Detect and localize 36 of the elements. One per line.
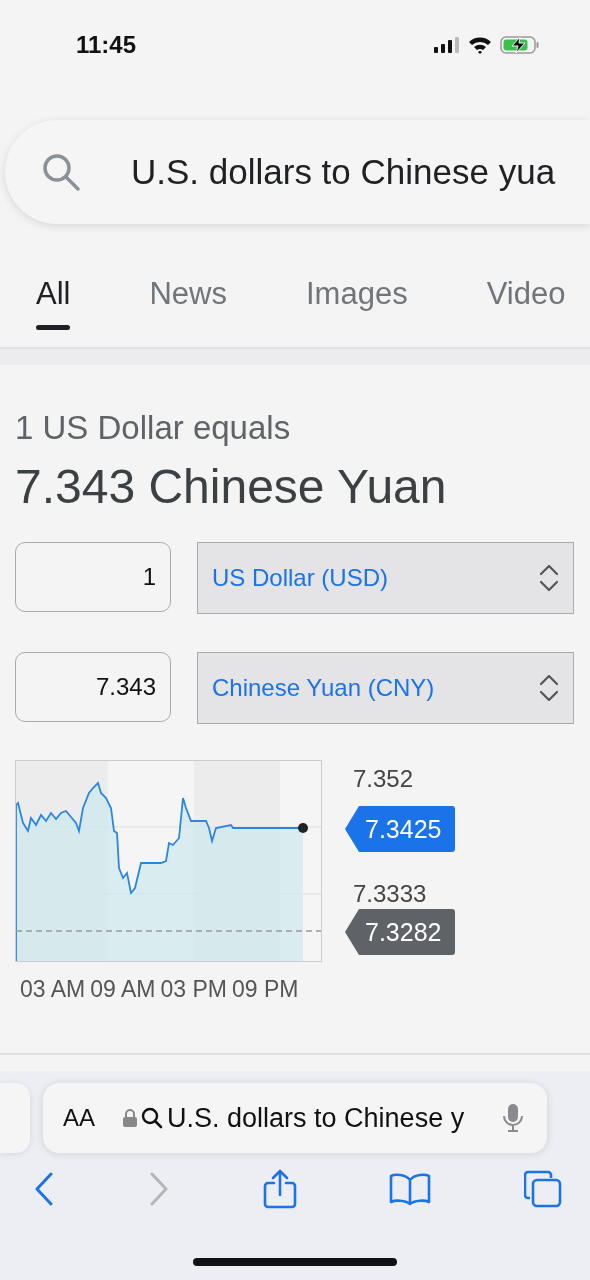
address-text: U.S. dollars to Chinese y — [167, 1102, 466, 1134]
current-rate-tag: 7.3425 — [345, 806, 455, 852]
conversion-heading: 1 US Dollar equals — [15, 409, 292, 447]
conversion-result: 7.343 Chinese Yuan — [15, 459, 448, 514]
amount-field[interactable]: 1 — [15, 542, 171, 612]
time-axis-label: 09 PM — [231, 976, 299, 1003]
tabs-icon[interactable] — [524, 1170, 562, 1208]
battery-charging-icon — [500, 35, 540, 55]
amount-field[interactable]: 7.343 — [15, 652, 171, 722]
search-tab[interactable]: All — [36, 268, 71, 334]
text-size-button[interactable]: AA — [63, 1104, 95, 1132]
chevron-up-down-icon — [539, 672, 559, 704]
axis-value-label: 7.3333 — [353, 880, 427, 908]
search-tab[interactable]: News — [149, 268, 227, 334]
time-axis-label: 03 AM — [20, 976, 86, 1003]
search-icon — [41, 152, 81, 192]
lock-icon — [123, 1109, 137, 1127]
time-axis-label: 09 AM — [90, 976, 156, 1003]
signal-icon — [434, 37, 460, 53]
currency-select[interactable]: US Dollar (USD) — [197, 542, 574, 614]
wifi-icon — [468, 36, 492, 54]
search-tab[interactable]: Images — [305, 268, 408, 334]
currency-select[interactable]: Chinese Yuan (CNY) — [197, 652, 574, 724]
status-time: 11:45 — [76, 31, 137, 59]
back-icon[interactable] — [33, 1172, 55, 1206]
share-icon[interactable] — [262, 1169, 297, 1209]
address-bar[interactable]: AA U.S. dollars to Chinese y — [43, 1083, 547, 1153]
book-icon[interactable] — [389, 1172, 432, 1206]
search-icon — [141, 1107, 163, 1129]
search-field[interactable]: U.S. dollars to Chinese yua — [5, 120, 590, 224]
chevron-up-down-icon — [539, 562, 559, 594]
previous-close-tag: 7.3282 — [345, 909, 455, 955]
microphone-icon[interactable] — [503, 1103, 523, 1133]
time-axis-label: 03 PM — [160, 976, 227, 1003]
axis-value-label: 7.352 — [353, 765, 414, 793]
search-tab[interactable]: Video — [486, 268, 566, 334]
